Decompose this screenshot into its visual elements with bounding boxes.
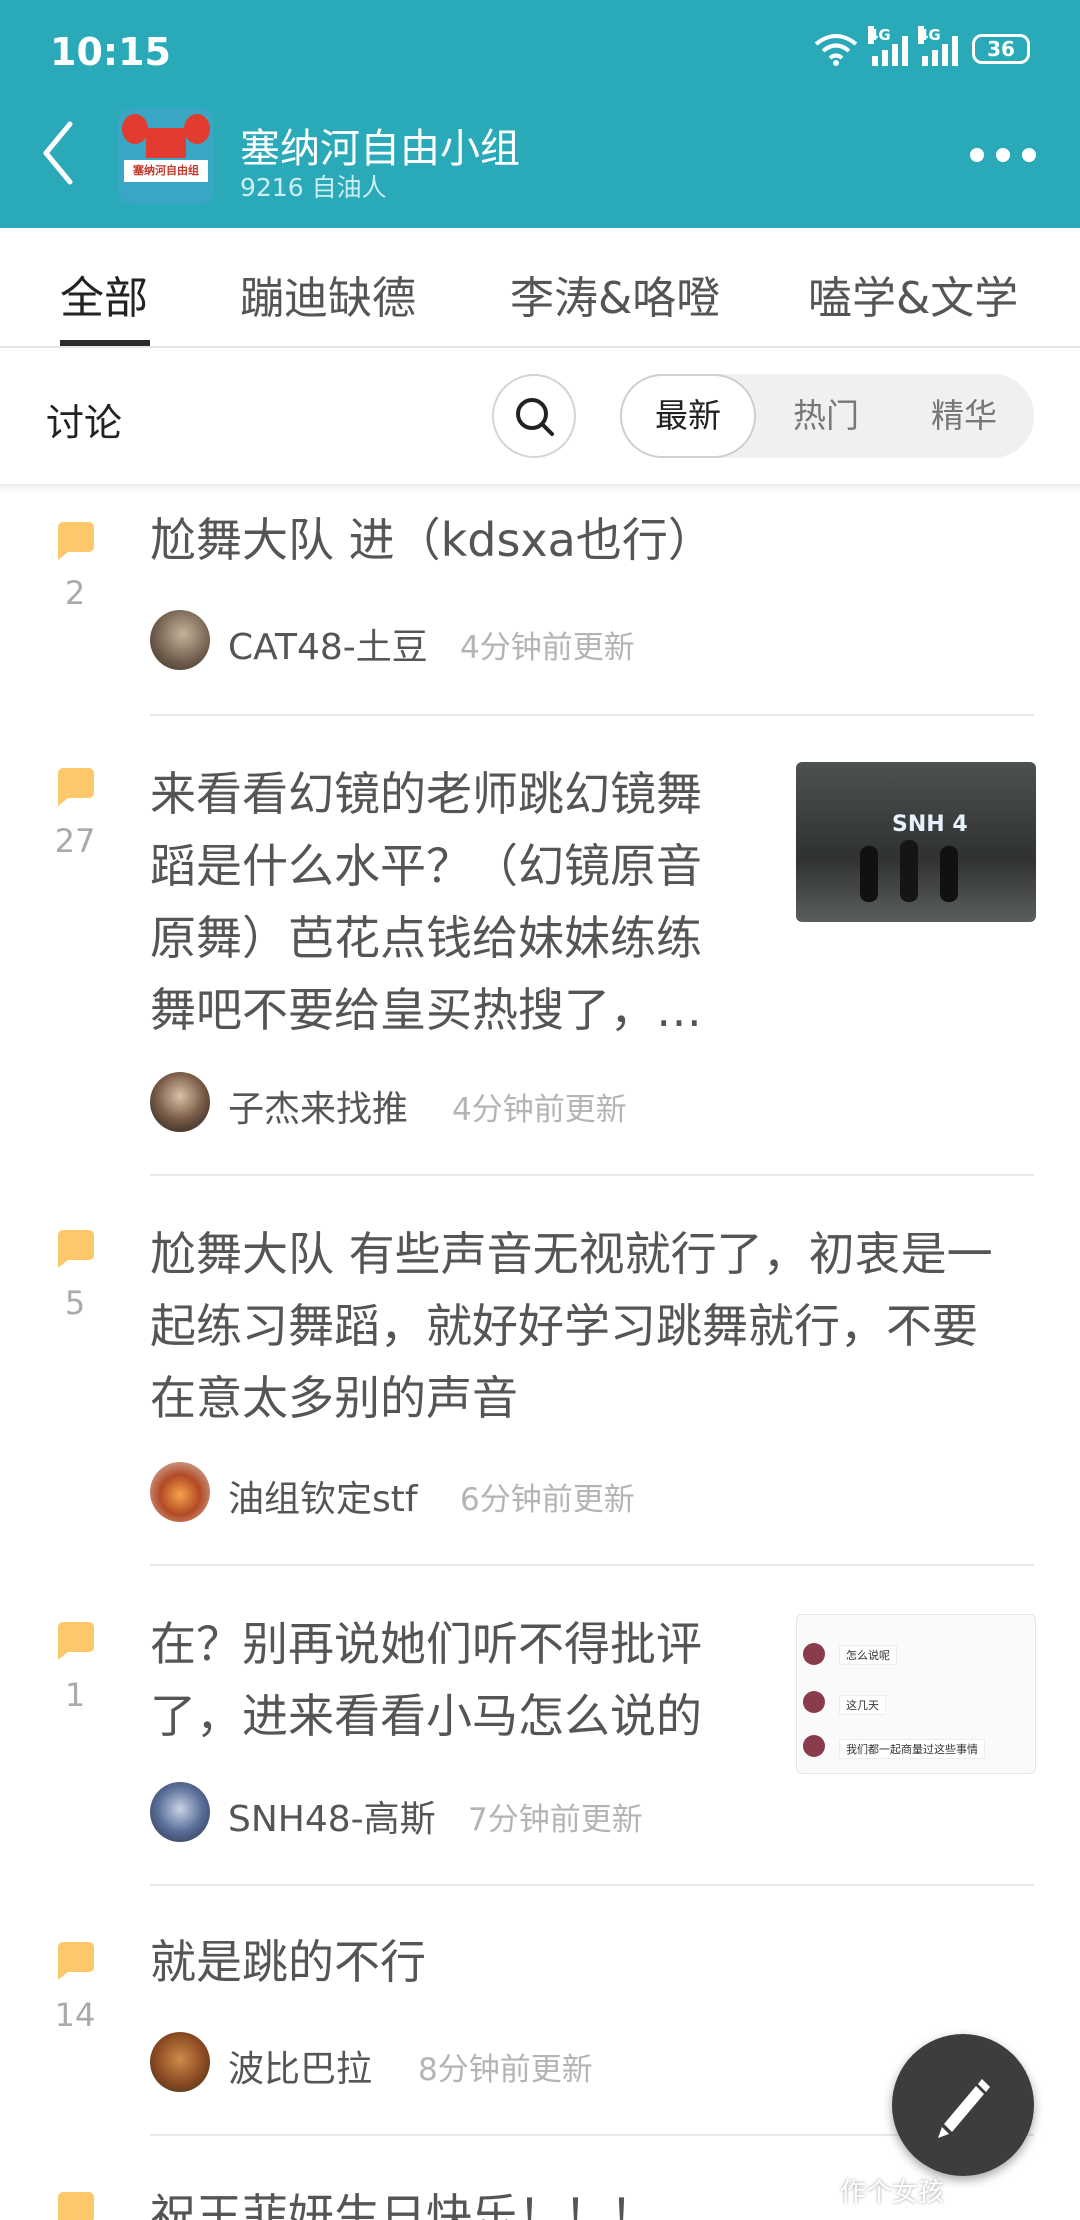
- tab-litao[interactable]: 李涛&咯噔: [510, 262, 720, 326]
- sort-featured[interactable]: 精华: [896, 374, 1032, 458]
- comment-flag-icon: [58, 768, 94, 806]
- post-time: 6分钟前更新: [460, 1482, 635, 1518]
- group-name[interactable]: 塞纳河自由小组: [240, 116, 520, 174]
- thumbnail-sign: SNH 4: [892, 812, 968, 837]
- active-tab-indicator: [60, 340, 150, 346]
- avatar[interactable]: [150, 1072, 210, 1132]
- post-title-line: 来看看幻镜的老师跳幻镜舞: [150, 767, 702, 821]
- avatar[interactable]: [150, 1782, 210, 1842]
- post-item[interactable]: 27 来看看幻镜的老师跳幻镜舞 蹈是什么水平？（幻镜原音 原舞）芭花点钱给妹妹练…: [0, 716, 1080, 1176]
- comment-flag-icon: [58, 1622, 94, 1660]
- group-member-count: 9216 自油人: [240, 173, 387, 202]
- post-title-line: 在意太多别的声音: [150, 1371, 518, 1425]
- chat-message: 怎么说呢: [839, 1645, 897, 1665]
- post-time: 4分钟前更新: [452, 1092, 627, 1128]
- sort-switch: 最新 热门 精华: [620, 374, 1034, 458]
- more-dots-icon[interactable]: [970, 148, 1036, 162]
- post-author[interactable]: 子杰来找推: [228, 1080, 408, 1132]
- post-title: 祝王菲妍生日快乐！！！: [150, 2189, 656, 2220]
- post-title-line: 舞吧不要给皇买热搜了，…: [150, 983, 702, 1037]
- post-title: 在？别再说她们听不得批评 了，进来看看小马怎么说的: [150, 1608, 702, 1752]
- post-author[interactable]: 油组钦定stf: [228, 1470, 418, 1522]
- reply-count: 5: [64, 1284, 86, 1322]
- dancer-figure: [900, 840, 918, 902]
- filter-bar: 讨论 最新 热门 精华: [0, 350, 1080, 484]
- search-icon: [516, 398, 554, 436]
- logo-emblem: [146, 128, 186, 158]
- section-title: 讨论: [46, 401, 123, 445]
- comment-flag-icon: [58, 522, 94, 560]
- sort-latest[interactable]: 最新: [620, 374, 756, 458]
- post-time: 7分钟前更新: [468, 1802, 643, 1838]
- post-thumbnail[interactable]: SNH 4: [796, 762, 1036, 922]
- dancer-figure: [940, 846, 958, 902]
- post-title-line: 起练习舞蹈，就好好学习跳舞就行，不要: [150, 1299, 978, 1353]
- search-button[interactable]: [492, 374, 576, 458]
- network-type: 4G: [918, 26, 941, 44]
- signal-icon: 4G: [918, 26, 958, 66]
- group-avatar[interactable]: 塞纳河自由组: [118, 108, 214, 204]
- compose-button[interactable]: [892, 2034, 1034, 2176]
- post-title-line: 在？别再说她们听不得批评: [150, 1617, 702, 1671]
- post-author[interactable]: 波比巴拉: [228, 2040, 372, 2092]
- chat-avatar: [803, 1691, 825, 1713]
- post-item[interactable]: 5 尬舞大队 有些声音无视就行了，初衷是一 起练习舞蹈，就好好学习跳舞就行，不要…: [0, 1176, 1080, 1566]
- reply-count: 27: [54, 822, 96, 860]
- post-author[interactable]: CAT48-土豆: [228, 618, 428, 670]
- top-header: 10:15 4G 4G 36 塞纳河自由组 塞纳河自由小组 9216 自油人: [0, 0, 1080, 228]
- signal-icon: 4G: [868, 26, 908, 66]
- post-item[interactable]: 2 尬舞大队 进（kdsxa也行） CAT48-土豆 4分钟前更新: [0, 494, 1080, 716]
- avatar[interactable]: [150, 610, 210, 670]
- dancer-figure: [860, 846, 878, 902]
- chat-message: 这几天: [839, 1695, 886, 1715]
- battery-icon: 36: [972, 34, 1030, 64]
- sort-hot[interactable]: 热门: [758, 374, 894, 458]
- status-icons: 4G 4G 36: [814, 26, 1030, 66]
- comment-flag-icon: [58, 1230, 94, 1268]
- post-title-line: 蹈是什么水平？（幻镜原音: [150, 839, 702, 893]
- status-time: 10:15: [50, 30, 171, 74]
- avatar[interactable]: [150, 1462, 210, 1522]
- tab-literature[interactable]: 嗑学&文学: [808, 262, 1018, 326]
- chat-avatar: [803, 1643, 825, 1665]
- tab-disco[interactable]: 蹦迪缺德: [240, 262, 416, 326]
- reply-count: 2: [64, 574, 86, 612]
- post-time: 8分钟前更新: [418, 2052, 593, 2088]
- chat-message: 我们都一起商量过这些事情: [839, 1739, 985, 1759]
- post-item[interactable]: 1 在？别再说她们听不得批评 了，进来看看小马怎么说的 怎么说呢 这几天 我们都…: [0, 1566, 1080, 1886]
- lantern-icon: [122, 114, 148, 144]
- reply-count: 1: [64, 1676, 86, 1714]
- comment-flag-icon: [58, 1942, 94, 1980]
- post-title: 就是跳的不行: [150, 1935, 426, 1989]
- logo-text: 塞纳河自由组: [124, 160, 208, 182]
- wifi-icon: [814, 34, 858, 66]
- post-title-line: 原舞）芭花点钱给妹妹练练: [150, 911, 702, 965]
- reply-count: 14: [54, 1996, 96, 2034]
- post-thumbnail[interactable]: 怎么说呢 这几天 我们都一起商量过这些事情: [796, 1614, 1036, 1774]
- post-title: 尬舞大队 进（kdsxa也行）: [150, 513, 714, 567]
- post-title-line: 了，进来看看小马怎么说的: [150, 1689, 702, 1743]
- lantern-icon: [184, 114, 210, 144]
- post-author[interactable]: SNH48-高斯: [228, 1790, 436, 1842]
- post-title: 尬舞大队 有些声音无视就行了，初衷是一 起练习舞蹈，就好好学习跳舞就行，不要 在…: [150, 1218, 993, 1434]
- category-tabs: 全部 蹦迪缺德 李涛&咯噔 嗑学&文学: [0, 228, 1080, 348]
- chevron-left-icon[interactable]: [38, 118, 78, 188]
- tab-all[interactable]: 全部: [60, 262, 148, 326]
- pencil-icon: [938, 2079, 990, 2138]
- watermark: 作个女孩: [840, 2178, 945, 2208]
- network-type: 4G: [868, 26, 891, 44]
- post-title: 来看看幻镜的老师跳幻镜舞 蹈是什么水平？（幻镜原音 原舞）芭花点钱给妹妹练练 舞…: [150, 758, 702, 1046]
- post-title-line: 尬舞大队 有些声音无视就行了，初衷是一: [150, 1227, 993, 1281]
- divider: [0, 484, 1080, 494]
- comment-flag-icon: [58, 2192, 94, 2220]
- chat-avatar: [803, 1735, 825, 1757]
- post-time: 4分钟前更新: [460, 630, 635, 666]
- avatar[interactable]: [150, 2032, 210, 2092]
